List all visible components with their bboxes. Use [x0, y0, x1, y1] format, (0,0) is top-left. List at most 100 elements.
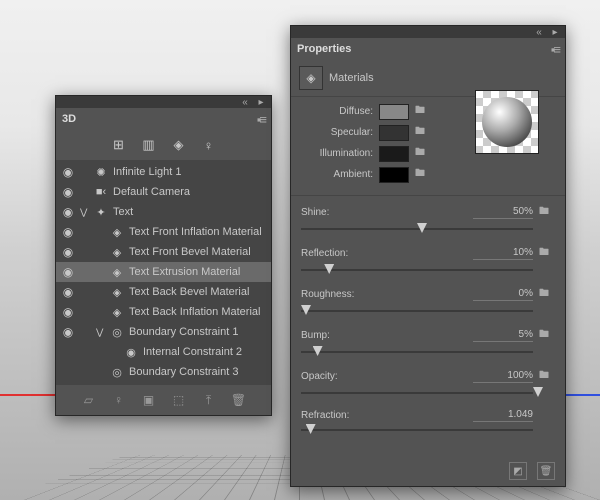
- item-label: Boundary Constraint 3: [129, 366, 267, 378]
- material-sliders: Shine:50%🖿Reflection:10%🖿Roughness:0%🖿Bu…: [291, 202, 565, 444]
- tree-row[interactable]: ◉ ⋁ ◎ Boundary Constraint 1: [56, 322, 271, 342]
- slider-value[interactable]: 100%: [473, 370, 533, 383]
- folder-icon[interactable]: 🖿: [533, 204, 555, 221]
- folder-icon[interactable]: 🖿: [415, 103, 429, 120]
- foot-plane-icon[interactable]: ▱: [80, 391, 98, 409]
- divider: [291, 195, 565, 196]
- render-settings-icon[interactable]: ◩: [509, 462, 527, 480]
- foot-add-icon[interactable]: ⤒: [200, 391, 218, 409]
- slider-track[interactable]: [301, 387, 533, 399]
- item-label: Infinite Light 1: [113, 166, 267, 178]
- panel-3d-title-text: 3D: [62, 113, 76, 125]
- expand-arrow-icon[interactable]: ⋁: [96, 327, 105, 338]
- visibility-eye-icon[interactable]: ◉: [60, 305, 76, 319]
- item-label: Text Extrusion Material: [129, 266, 267, 278]
- color-swatch[interactable]: [379, 146, 409, 162]
- slider-value[interactable]: 1.049: [473, 409, 533, 422]
- slider-value[interactable]: 10%: [473, 247, 533, 260]
- item-type-icon: ✺: [93, 166, 109, 179]
- panel-3d-controls: « ▸: [56, 96, 271, 108]
- filter-meshes-icon[interactable]: ▥: [140, 136, 158, 154]
- folder-icon[interactable]: 🖿: [533, 286, 555, 303]
- filter-materials-icon[interactable]: ◈: [170, 136, 188, 154]
- item-label: Text Front Bevel Material: [129, 246, 267, 258]
- item-type-icon: ■‹: [93, 186, 109, 198]
- slider-track[interactable]: [301, 424, 533, 436]
- item-type-icon: ◎: [109, 326, 125, 339]
- slider-value[interactable]: 5%: [473, 329, 533, 342]
- trash-icon[interactable]: 🗑: [537, 462, 555, 480]
- slider-track[interactable]: [301, 264, 533, 276]
- scene-tree: ◉✺Infinite Light 1◉■‹Default Camera◉⋁✦Te…: [56, 160, 271, 384]
- filter-scene-icon[interactable]: ⊞: [110, 136, 128, 154]
- collapse-icon[interactable]: «: [239, 97, 251, 107]
- panel-properties-title-text: Properties: [297, 43, 351, 55]
- close-icon[interactable]: ▸: [255, 97, 267, 107]
- visibility-eye-icon[interactable]: ◉: [60, 245, 76, 259]
- folder-icon[interactable]: 🖿: [415, 166, 429, 183]
- color-swatch[interactable]: [379, 125, 409, 141]
- tree-row[interactable]: ◉ Internal Constraint 2: [56, 342, 271, 362]
- panel-3d: « ▸ 3D ▪≡ ⊞ ▥ ◈ ♀ ◉✺Infinite Light 1◉■‹D…: [55, 95, 272, 416]
- flyout-menu-icon[interactable]: ▪≡: [551, 42, 559, 57]
- slider-value[interactable]: 50%: [473, 206, 533, 219]
- tree-row[interactable]: ◉■‹Default Camera: [56, 182, 271, 202]
- viewport-3d: « ▸ 3D ▪≡ ⊞ ▥ ◈ ♀ ◉✺Infinite Light 1◉■‹D…: [0, 0, 600, 500]
- slider-track[interactable]: [301, 305, 533, 317]
- slider-track[interactable]: [301, 346, 533, 358]
- color-swatch[interactable]: [379, 167, 409, 183]
- slider-label: Reflection:: [301, 248, 473, 259]
- visibility-eye-icon[interactable]: ◉: [60, 185, 76, 199]
- visibility-eye-icon[interactable]: ◉: [60, 325, 76, 339]
- material-scope-icon[interactable]: ◈: [299, 66, 323, 90]
- visibility-eye-icon[interactable]: ◉: [60, 285, 76, 299]
- tree-row[interactable]: ◉⋁✦Text: [56, 202, 271, 222]
- filter-toolbar: ⊞ ▥ ◈ ♀: [56, 130, 271, 160]
- tree-row[interactable]: ◉◈Text Extrusion Material: [56, 262, 271, 282]
- tree-row[interactable]: ◉◈Text Back Bevel Material: [56, 282, 271, 302]
- material-preview[interactable]: [475, 90, 539, 154]
- swatch-label: Illumination:: [299, 148, 373, 159]
- foot-light-icon[interactable]: ♀: [110, 391, 128, 409]
- close-icon[interactable]: ▸: [549, 27, 561, 37]
- slider-row: Bump:5%🖿: [291, 325, 565, 366]
- item-type-icon: ◈: [109, 306, 125, 319]
- folder-icon[interactable]: 🖿: [415, 145, 429, 162]
- visibility-eye-icon[interactable]: ◉: [60, 165, 76, 179]
- item-label: Boundary Constraint 1: [129, 326, 267, 338]
- foot-camera-icon[interactable]: ▣: [140, 391, 158, 409]
- tree-row[interactable]: ◉ ✺ Infinite Light 1: [56, 162, 271, 182]
- item-type-icon: ◈: [109, 226, 125, 239]
- item-label: Internal Constraint 2: [143, 346, 267, 358]
- slider-value[interactable]: 0%: [473, 288, 533, 301]
- flyout-menu-icon[interactable]: ▪≡: [257, 112, 265, 127]
- folder-icon[interactable]: 🖿: [533, 368, 555, 385]
- item-type-icon: ◎: [109, 366, 125, 379]
- trash-icon[interactable]: 🗑: [230, 391, 248, 409]
- visibility-eye-icon[interactable]: ◉: [60, 225, 76, 239]
- visibility-eye-icon[interactable]: ◉: [60, 205, 76, 219]
- item-type-icon: ◈: [109, 286, 125, 299]
- material-scope-label: Materials: [329, 72, 374, 84]
- folder-icon[interactable]: 🖿: [415, 124, 429, 141]
- tree-row[interactable]: ◎ Boundary Constraint 3: [56, 362, 271, 382]
- expand-arrow-icon[interactable]: ⋁: [80, 207, 89, 218]
- slider-label: Bump:: [301, 330, 473, 341]
- slider-label: Opacity:: [301, 371, 473, 382]
- item-type-icon: ◉: [123, 346, 139, 359]
- tree-row[interactable]: ◉◈Text Front Inflation Material: [56, 222, 271, 242]
- color-swatch[interactable]: [379, 104, 409, 120]
- collapse-icon[interactable]: «: [533, 27, 545, 37]
- slider-track[interactable]: [301, 223, 533, 235]
- visibility-eye-icon[interactable]: ◉: [60, 265, 76, 279]
- folder-icon[interactable]: 🖿: [533, 327, 555, 344]
- foot-faces-icon[interactable]: ⬚: [170, 391, 188, 409]
- panel-properties-controls: « ▸: [291, 26, 565, 38]
- filter-lights-icon[interactable]: ♀: [200, 136, 218, 154]
- slider-thumb[interactable]: [533, 387, 543, 397]
- tree-row[interactable]: ◉◈Text Front Bevel Material: [56, 242, 271, 262]
- tree-row[interactable]: ◉◈Text Back Inflation Material: [56, 302, 271, 322]
- panel-properties: « ▸ Properties ▪≡ ◈ Materials Diffuse:🖿S…: [290, 25, 566, 487]
- panel-properties-footer: ◩ 🗑: [509, 462, 555, 480]
- folder-icon[interactable]: 🖿: [533, 245, 555, 262]
